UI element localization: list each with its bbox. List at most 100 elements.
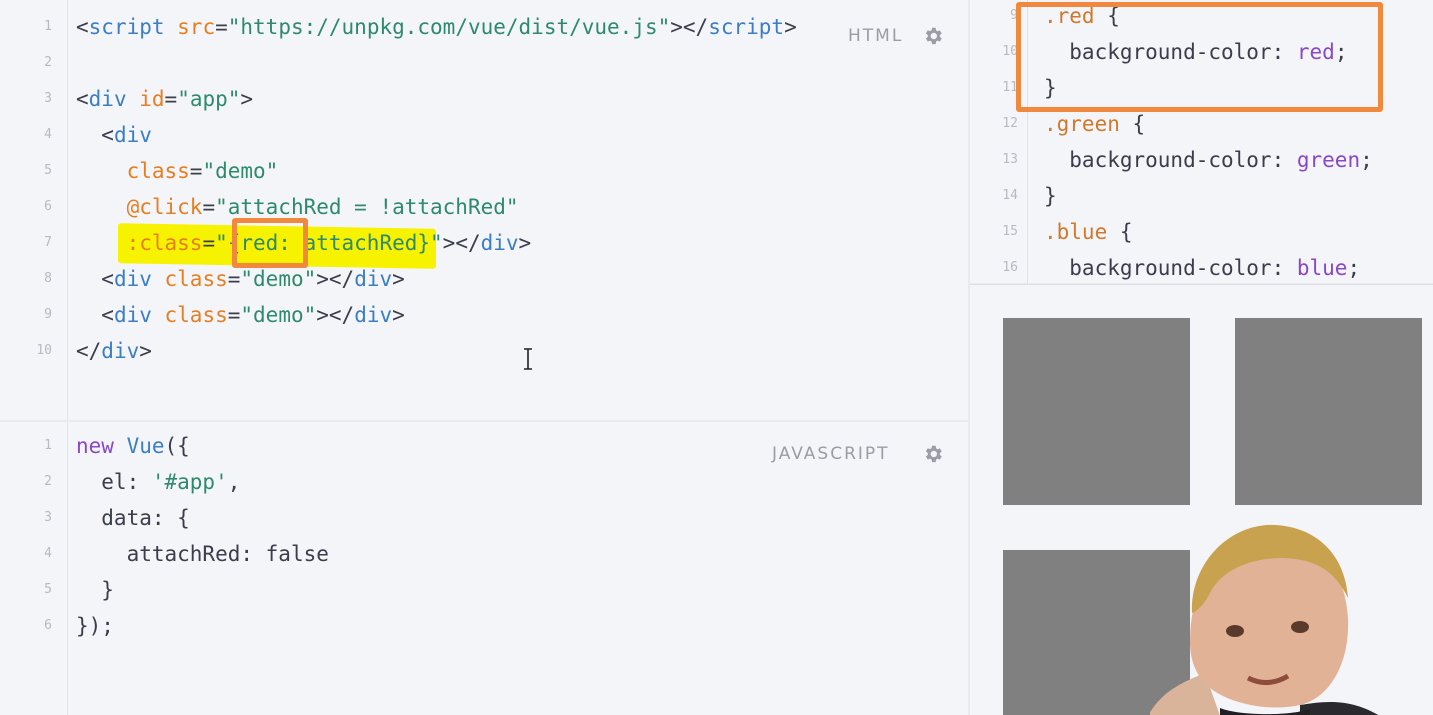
css-editor-pane[interactable]: 9 .red {10 background-color: red; 11} 12 .gr… xyxy=(970,0,1433,283)
code-line[interactable]: 4 <div xyxy=(0,117,968,153)
line-number: 14 xyxy=(1002,188,1018,203)
code-token: blue xyxy=(1296,256,1348,280)
code-token: = xyxy=(202,231,216,255)
line-number: 5 xyxy=(44,582,52,597)
presenter-webcam-image xyxy=(1150,524,1379,715)
code-token: = xyxy=(227,303,241,327)
code-token: div xyxy=(354,303,393,327)
line-number: 16 xyxy=(1002,260,1018,275)
line-number: 13 xyxy=(1002,152,1018,167)
code-line[interactable]: 2 xyxy=(0,45,968,81)
code-token: div xyxy=(113,303,152,327)
code-text: </div> xyxy=(76,333,152,369)
code-line[interactable]: 16 background-color: blue; xyxy=(970,250,1433,283)
code-line[interactable]: 5 class="demo" xyxy=(0,153,968,189)
code-token: Vue xyxy=(126,434,165,458)
code-token: > xyxy=(240,87,254,111)
code-text: attachRed: false xyxy=(76,536,329,572)
line-number: 4 xyxy=(44,127,52,142)
code-token: div xyxy=(480,231,519,255)
code-token: < xyxy=(76,267,114,291)
code-line[interactable]: 14} xyxy=(970,178,1433,214)
code-token: = xyxy=(164,87,178,111)
code-text: <div class="demo"></div> xyxy=(76,297,405,333)
code-line[interactable]: 3 data: { xyxy=(0,500,968,536)
code-token: false xyxy=(265,542,329,566)
code-token: }); xyxy=(76,614,114,638)
code-token: ({ xyxy=(164,434,190,458)
code-text: data: { xyxy=(76,500,190,536)
line-number: 9 xyxy=(44,307,52,322)
code-token: id xyxy=(126,87,165,111)
line-number: 10 xyxy=(1002,44,1018,59)
code-token: < xyxy=(76,87,89,111)
code-token: "demo" xyxy=(240,303,317,327)
code-token: background-color: xyxy=(1044,148,1297,172)
code-token: .blue xyxy=(1044,220,1108,244)
code-token: </ xyxy=(76,339,102,363)
code-token: el: xyxy=(76,470,152,494)
ibeam-cursor-icon xyxy=(523,348,533,370)
code-line[interactable]: 1 <script src="https://unpkg.com/vue/dist… xyxy=(0,9,968,45)
code-line[interactable]: 6}); xyxy=(0,608,968,644)
code-token: "demo" xyxy=(202,159,279,183)
code-token: } xyxy=(1044,184,1057,208)
code-line[interactable]: 8 <div class="demo"></div> xyxy=(0,261,968,297)
code-token: > xyxy=(784,15,797,39)
code-token: green xyxy=(1296,148,1361,172)
demo-box[interactable] xyxy=(1003,318,1190,505)
code-token: script xyxy=(708,15,785,39)
code-text: } xyxy=(76,572,114,608)
code-line[interactable]: 9 <div class="demo"></div> xyxy=(0,297,968,333)
code-token: ></ xyxy=(316,267,355,291)
code-token: '#app' xyxy=(151,470,228,494)
line-number: 12 xyxy=(1002,116,1018,131)
html-editor-pane[interactable]: 1 <script src="https://unpkg.com/vue/dist… xyxy=(0,0,968,420)
html-code-lines[interactable]: 1 <script src="https://unpkg.com/vue/dist… xyxy=(0,9,968,409)
code-text: <div id="app"> xyxy=(76,81,253,117)
code-token: "demo" xyxy=(240,267,317,291)
code-line[interactable]: 7 :class="{red: attachRed}"></div> xyxy=(0,225,968,261)
code-token: "https://unpkg.com/vue/dist/vue.js" xyxy=(227,15,671,39)
code-token: < xyxy=(76,15,89,39)
result-preview-pane[interactable] xyxy=(970,284,1433,715)
javascript-editor-pane[interactable]: 1 new Vue({ 2 el: '#app', 3 data: {4 attach… xyxy=(0,422,968,715)
code-token: } xyxy=(76,578,114,602)
code-text: }); xyxy=(76,608,114,644)
line-number: 11 xyxy=(1002,80,1018,95)
code-token: > xyxy=(392,267,405,291)
line-number: 5 xyxy=(44,163,52,178)
javascript-pane-label: JAVASCRIPT xyxy=(772,444,890,464)
line-number: 6 xyxy=(44,618,52,633)
code-line[interactable]: 10 </div> xyxy=(0,333,968,369)
code-token: new xyxy=(76,434,114,458)
code-token: .green xyxy=(1044,112,1120,136)
code-line[interactable]: 15 .blue { xyxy=(970,214,1433,250)
code-token: { xyxy=(1107,220,1133,244)
code-token: div xyxy=(113,123,152,147)
line-number: 1 xyxy=(44,438,52,453)
javascript-code-lines[interactable]: 1 new Vue({ 2 el: '#app', 3 data: {4 attach… xyxy=(0,428,968,708)
code-token: ></ xyxy=(442,231,481,255)
code-line[interactable]: 13 background-color: green; xyxy=(970,142,1433,178)
orange-box-annotation-red-key xyxy=(232,218,308,268)
line-number: 7 xyxy=(44,235,52,250)
code-token: = xyxy=(227,267,241,291)
code-token: script xyxy=(88,15,165,39)
code-line[interactable]: 6 @click="attachRed = !attachRed" xyxy=(0,189,968,225)
code-line[interactable]: 2 el: '#app', xyxy=(0,464,968,500)
code-text: .blue { xyxy=(1044,214,1133,250)
gear-icon[interactable] xyxy=(922,443,944,465)
code-line[interactable]: 3 <div id="app"> xyxy=(0,81,968,117)
code-token: , xyxy=(227,470,241,494)
code-line[interactable]: 5 } xyxy=(0,572,968,608)
code-line[interactable]: 4 attachRed: false xyxy=(0,536,968,572)
code-text: background-color: green; xyxy=(1044,142,1372,178)
code-text: <script src="https://unpkg.com/vue/dist/… xyxy=(76,9,797,45)
line-number: 2 xyxy=(44,55,52,70)
code-token: class xyxy=(151,303,228,327)
demo-box[interactable] xyxy=(1235,318,1422,505)
gear-icon[interactable] xyxy=(922,25,944,47)
code-token: = xyxy=(202,195,216,219)
code-token: :class xyxy=(76,231,203,255)
